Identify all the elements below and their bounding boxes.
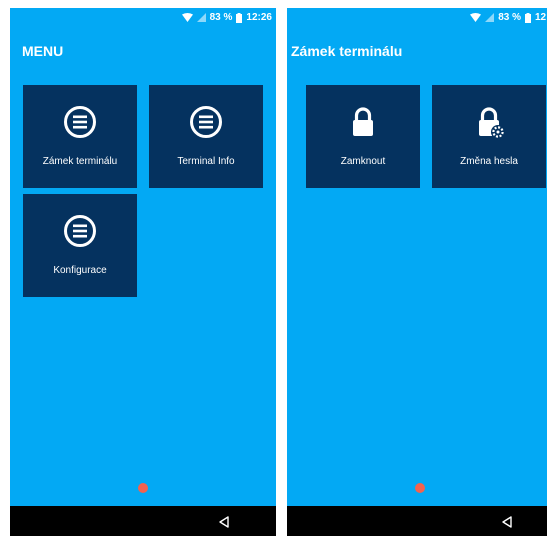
record-indicator bbox=[415, 483, 425, 493]
wifi-icon bbox=[470, 13, 482, 22]
tile-label: Terminal Info bbox=[177, 156, 235, 167]
back-button[interactable] bbox=[218, 516, 230, 528]
back-triangle-icon bbox=[502, 516, 512, 528]
clock: 12:2 bbox=[534, 12, 547, 23]
menu-list-icon bbox=[189, 105, 223, 144]
tile-label: Konfigurace bbox=[53, 265, 107, 276]
status-bar: 83 % 12:26 bbox=[10, 8, 276, 30]
record-indicator bbox=[138, 483, 148, 493]
tile-zmena-hesla[interactable]: Změna hesla bbox=[432, 85, 546, 188]
wifi-icon bbox=[181, 13, 193, 22]
tile-zamknout[interactable]: Zamknout bbox=[306, 85, 420, 188]
menu-screen: 83 % 12:26 MENU Zámek terminálu Terminal… bbox=[10, 8, 276, 536]
battery-icon bbox=[236, 12, 243, 23]
tile-label: Změna hesla bbox=[460, 156, 518, 167]
signal-icon bbox=[196, 13, 206, 22]
signal-icon bbox=[485, 13, 495, 22]
battery-icon bbox=[524, 12, 531, 23]
page-title: MENU bbox=[22, 43, 64, 59]
tile-terminal-info[interactable]: Terminal Info bbox=[149, 85, 263, 188]
tile-label: Zamknout bbox=[340, 156, 386, 167]
status-bar: 83 % 12:2 bbox=[287, 8, 547, 30]
tile-zamek-terminalu[interactable]: Zámek terminálu bbox=[23, 85, 137, 188]
battery-percent: 83 % bbox=[498, 12, 521, 23]
lock-icon bbox=[346, 105, 380, 144]
menu-list-icon bbox=[63, 214, 97, 253]
tile-konfigurace[interactable]: Konfigurace bbox=[23, 194, 137, 297]
lock-gear-icon bbox=[472, 105, 506, 144]
terminal-lock-screen: 83 % 12:2 Zámek terminálu Zamknout bbox=[287, 8, 547, 536]
navigation-bar bbox=[287, 506, 547, 536]
navigation-bar bbox=[10, 506, 276, 536]
back-button[interactable] bbox=[501, 516, 513, 528]
clock: 12:26 bbox=[246, 12, 272, 23]
tile-label: Zámek terminálu bbox=[42, 156, 118, 167]
page-title: Zámek terminálu bbox=[291, 43, 403, 59]
menu-list-icon bbox=[63, 105, 97, 144]
back-triangle-icon bbox=[219, 516, 229, 528]
battery-percent: 83 % bbox=[209, 12, 233, 23]
